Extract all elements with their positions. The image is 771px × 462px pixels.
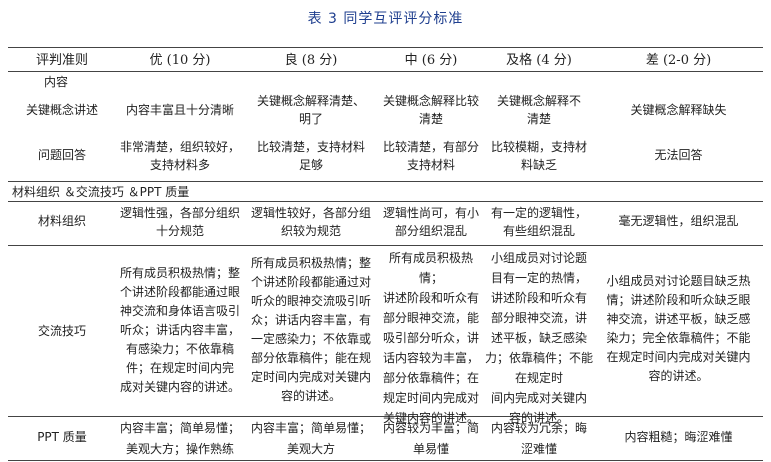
cell: 内容较为冗余；晦 涩难懂 [490, 421, 587, 456]
cell: 逻辑性较好，各部分组 织较为规范 [250, 206, 371, 238]
cell: 所有成员积极热情；整 个讲述阶段都能通过对 听众的眼神交流吸引听 众；讲话内容丰富，有… [250, 256, 371, 403]
cell: 内容粗糙；晦涩难懂 [624, 430, 733, 444]
cell: 小组成员对讨论题 目有一定的热情， 讲述阶段和听众有 部分眼神交流，讲 述平板，缺乏感染… [484, 251, 593, 425]
header-good: 良 (8 分) [284, 53, 338, 68]
cell: 比较清楚，支持材料 足够 [256, 140, 365, 172]
row-criterion: 交流技巧 [37, 324, 86, 338]
header-excellent: 优 (10 分) [149, 53, 211, 68]
cell: 关键概念解释比较 清楚 [382, 94, 479, 126]
cell: 无法回答 [654, 148, 703, 162]
row-criterion: 问题回答 [37, 148, 86, 162]
cell: 内容较为丰富；简 单易懂 [382, 421, 479, 456]
cell: 有一定的逻辑性， 有些组织混乱 [490, 206, 587, 238]
cell: 逻辑性尚可，有小 部分组织混乱 [382, 206, 479, 238]
header-poor: 差 (2-0 分) [645, 53, 712, 68]
rule [8, 47, 763, 48]
cell: 所有成员积极热情；整 个讲述阶段都能通过眼 神交流和身体语言吸引 听众；讲话内容丰富，… [119, 266, 240, 394]
cell: 所有成员积极热情； 讲述阶段和听众有 部分眼神交流，能 吸引部分听众，讲 话内容较为丰富… [382, 251, 479, 425]
rule [8, 460, 763, 461]
cell: 非常清楚，组织较好， 支持材料多 [119, 140, 240, 172]
group-delivery: 材料组织 ＆交流技巧 ＆PPT 质量 [12, 185, 190, 199]
header-criterion: 评判准则 [35, 53, 88, 68]
cell: 毫无逻辑性，组织混乱 [618, 214, 739, 228]
cell: 逻辑性强，各部分组织 十分规范 [119, 206, 240, 238]
header-pass: 及格 (4 分) [506, 53, 572, 68]
row-criterion: 材料组织 [37, 214, 86, 228]
cell: 关键概念解释缺失 [630, 103, 727, 117]
rule [8, 245, 763, 246]
cell: 比较模糊，支持材 料缺乏 [490, 140, 587, 172]
rule [8, 71, 763, 72]
row-criterion: PPT 质量 [37, 430, 87, 444]
cell: 关键概念解释清楚、 明了 [256, 94, 365, 126]
cell: 内容丰富；简单易懂； 美观大方 [250, 421, 371, 456]
cell: 关键概念解释不 清楚 [496, 94, 581, 126]
header-fair: 中 (6 分) [404, 53, 458, 68]
table-title: 表 3 同学互评评分标准 [307, 11, 464, 27]
cell: 比较清楚，有部分 支持材料 [382, 140, 479, 172]
cell: 内容丰富且十分清晰 [125, 103, 234, 117]
cell: 内容丰富；简单易懂； 美观大方；操作熟练 [119, 421, 240, 456]
cell: 小组成员对讨论题目缺乏热 情；讲述阶段和听众缺乏眼 神交流，讲述平板，缺乏感 染力；完… [606, 274, 751, 383]
group-content: 内容 [44, 75, 69, 89]
row-criterion: 关键概念讲述 [25, 103, 98, 117]
